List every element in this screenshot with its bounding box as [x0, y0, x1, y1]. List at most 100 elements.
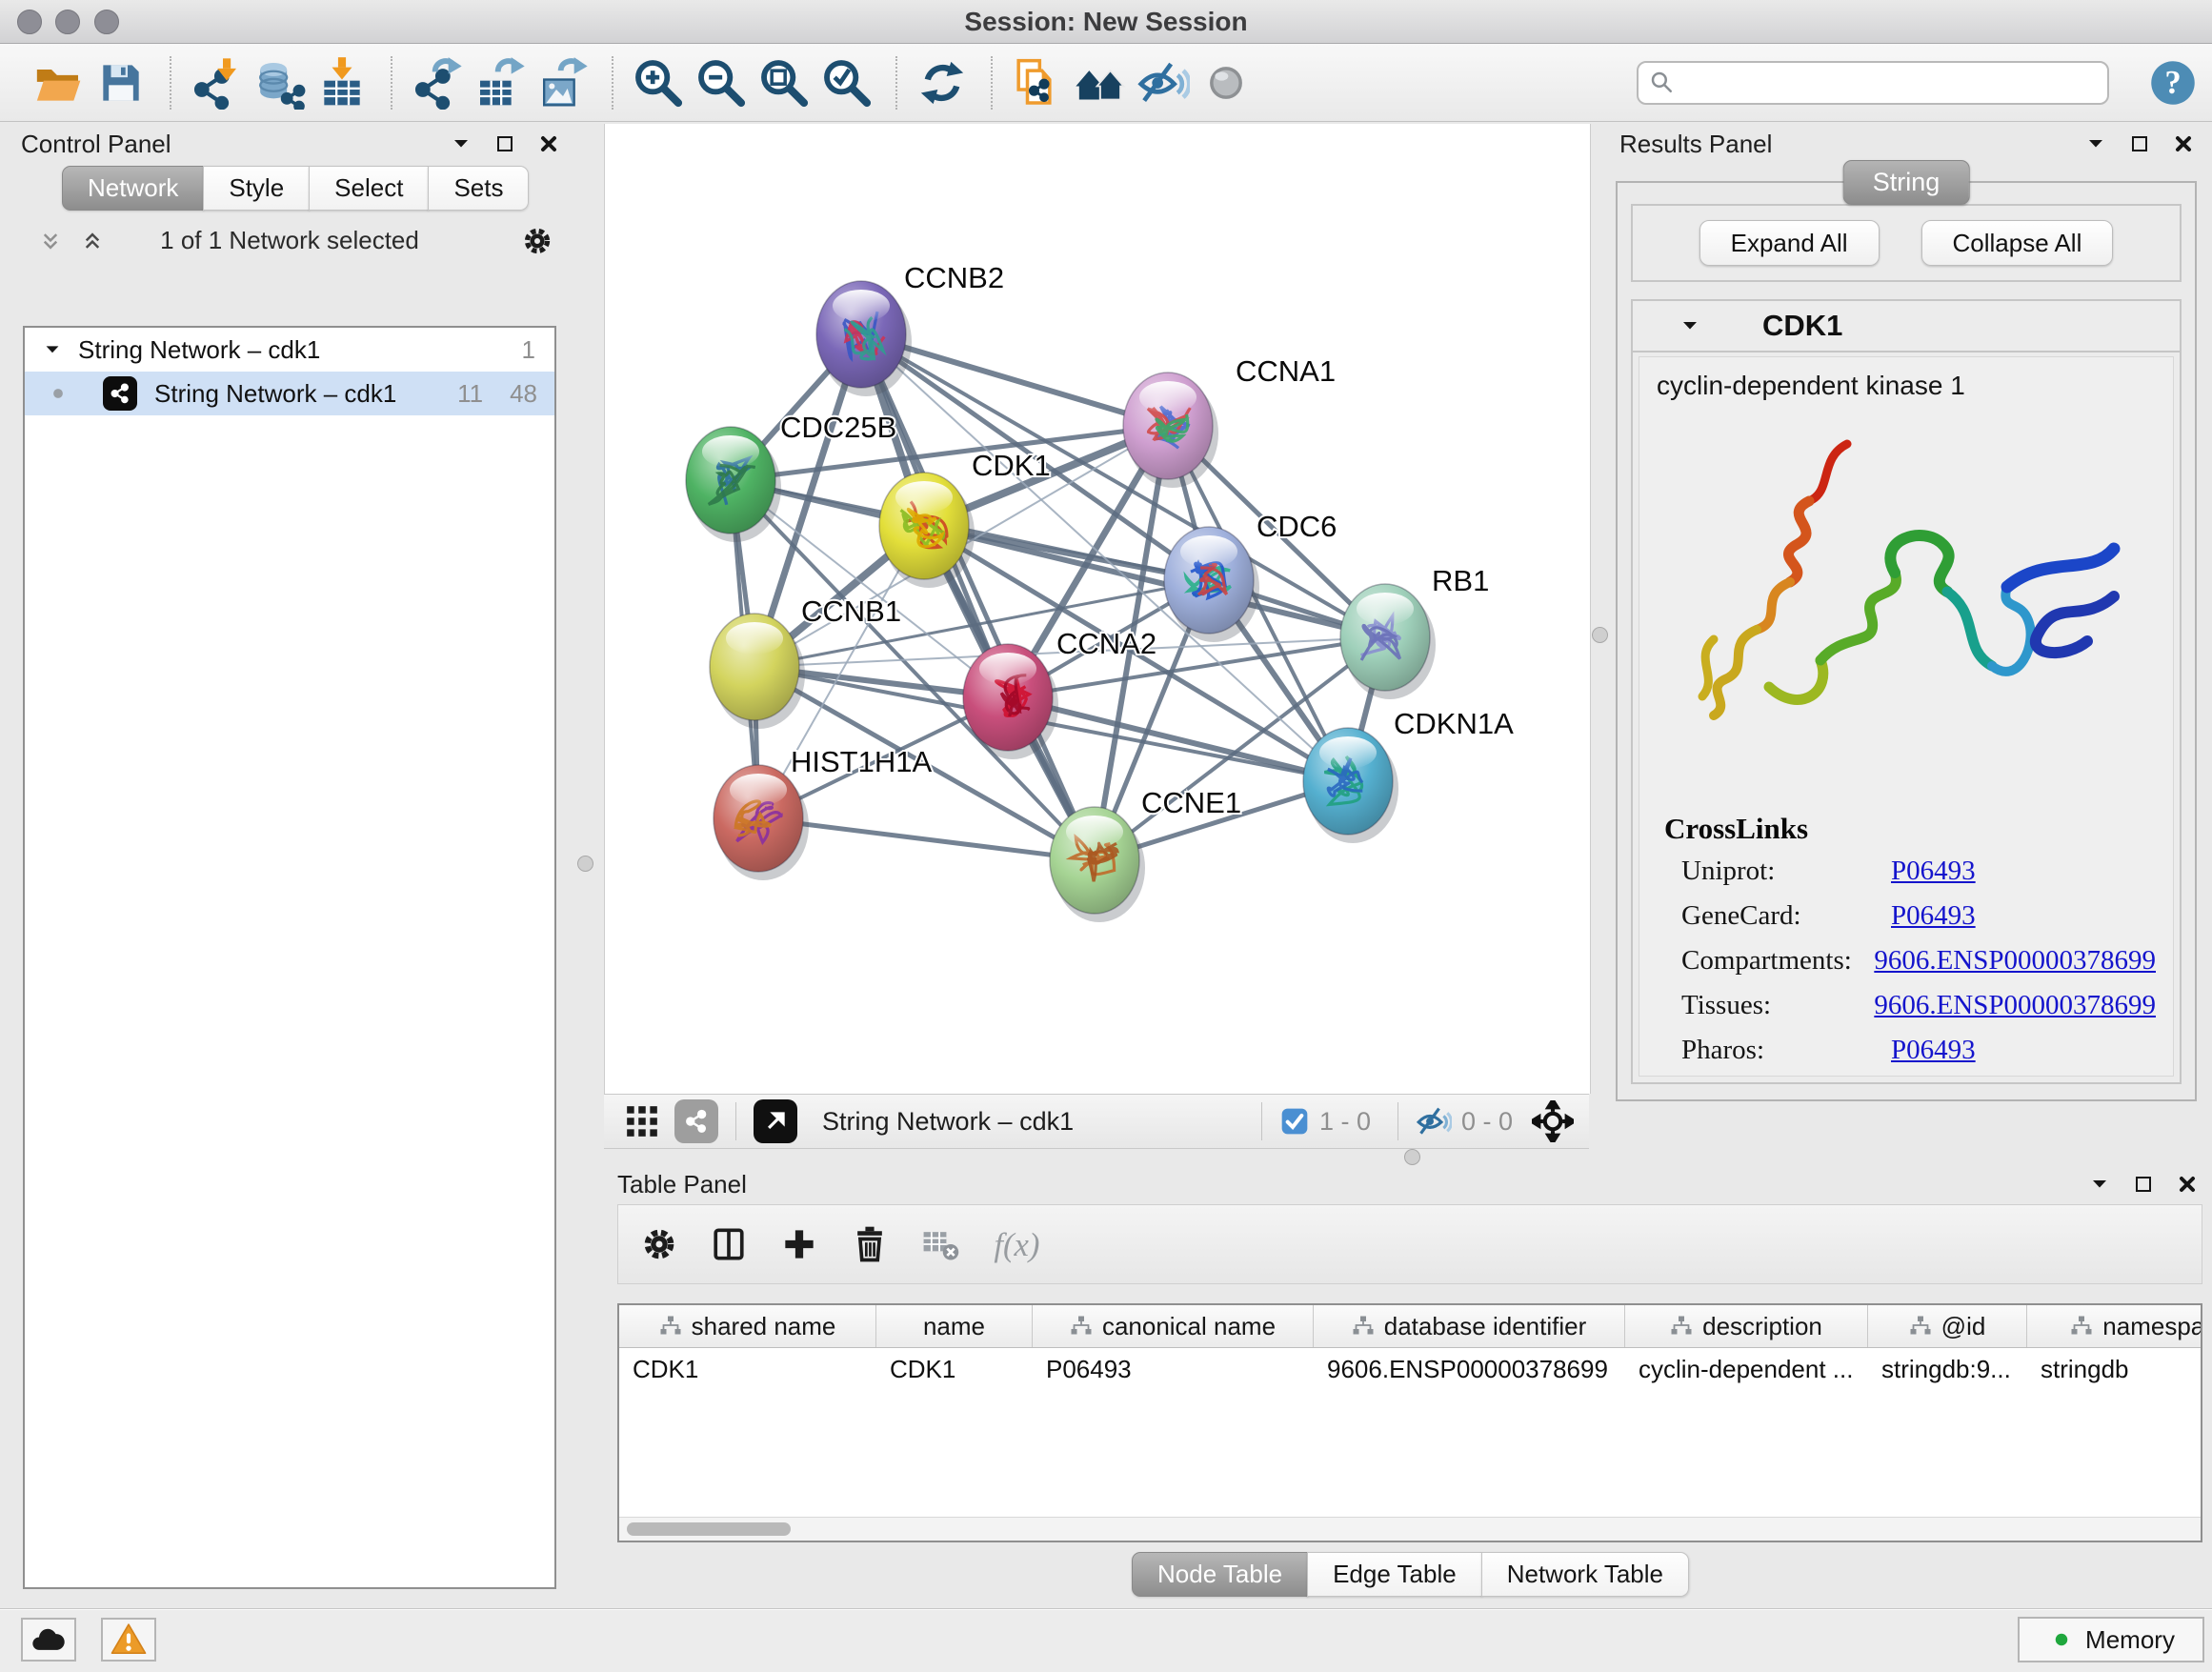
cloud-icon: [30, 1621, 68, 1659]
network-node-CDKN1A[interactable]: CDKN1A: [1303, 707, 1514, 843]
save-session-button[interactable]: [91, 51, 151, 114]
network-node-CDC25B[interactable]: CDC25B: [686, 411, 896, 542]
import-table-button[interactable]: [312, 51, 372, 114]
expand-all-button[interactable]: Expand All: [1699, 220, 1880, 266]
import-network-file-button[interactable]: [187, 51, 246, 114]
network-node-RB1[interactable]: RB1: [1340, 564, 1489, 699]
show-hidden-button[interactable]: [1196, 51, 1256, 114]
hide-selected-button[interactable]: [1134, 51, 1193, 114]
gene-entry-header[interactable]: CDK1: [1633, 301, 2180, 353]
crosslink-label: Compartments:: [1681, 945, 1874, 977]
search-box[interactable]: [1637, 61, 2109, 105]
export-image-button[interactable]: [533, 51, 593, 114]
show-columns-icon[interactable]: [708, 1223, 750, 1265]
network-overview-icon[interactable]: [674, 1099, 718, 1143]
fit-content-crosshair-icon[interactable]: [1532, 1100, 1574, 1142]
delete-column-icon[interactable]: [849, 1223, 891, 1265]
tab-string[interactable]: String: [1843, 160, 1970, 205]
zoom-selected-button[interactable]: [817, 51, 876, 114]
tab-edge-table[interactable]: Edge Table: [1307, 1552, 1482, 1597]
table-row[interactable]: CDK1CDK1P064939606.ENSP00000378699cyclin…: [619, 1348, 2201, 1390]
crosslink-link[interactable]: 9606.ENSP00000378699: [1874, 990, 2156, 1021]
scrollbar-thumb[interactable]: [627, 1522, 791, 1536]
table-panel-tabs: Node TableEdge TableNetwork Table: [1133, 1552, 1689, 1597]
crosshair-icon: [1532, 1100, 1574, 1142]
tab-network-table[interactable]: Network Table: [1481, 1552, 1689, 1597]
selected-checkbox-icon[interactable]: [1279, 1106, 1310, 1137]
node-table[interactable]: shared namenamecanonical namedatabase id…: [617, 1303, 2202, 1542]
tab-node-table[interactable]: Node Table: [1132, 1552, 1308, 1597]
zoom-fit-button[interactable]: [754, 51, 814, 114]
crosslink-link[interactable]: P06493: [1891, 1035, 1976, 1066]
crosslink-row: GeneCard:P06493: [1681, 900, 2156, 932]
column-header-name[interactable]: name: [876, 1305, 1033, 1347]
search-input[interactable]: [1677, 69, 2107, 97]
export-network-button[interactable]: [408, 51, 467, 114]
network-node-CCNA1[interactable]: CCNA1: [1123, 354, 1336, 488]
network-collection-row[interactable]: String Network – cdk1 1: [25, 328, 554, 372]
tab-sets[interactable]: Sets: [428, 166, 529, 211]
first-neighbors-button[interactable]: [1008, 51, 1067, 114]
column-header--id[interactable]: @id: [1868, 1305, 2027, 1347]
right-splitter-handle[interactable]: [1592, 627, 1608, 643]
results-panel-float-icon[interactable]: [2128, 132, 2151, 155]
results-panel-menu-icon[interactable]: [2084, 132, 2107, 155]
network-row-selected[interactable]: String Network – cdk1 11 48: [25, 372, 554, 415]
network-node-CCNB2[interactable]: CCNB2: [816, 261, 1004, 396]
import-network-database-button[interactable]: [250, 51, 309, 114]
crosslink-row: Tissues:9606.ENSP00000378699: [1681, 990, 2156, 1021]
export-network-icon: [411, 56, 464, 110]
zoom-out-button[interactable]: [692, 51, 751, 114]
network-options-gear-icon[interactable]: [520, 224, 554, 263]
table-panel-float-icon[interactable]: [2132, 1173, 2155, 1196]
table-horizontal-scrollbar[interactable]: [619, 1517, 2201, 1541]
help-button[interactable]: ?: [2147, 57, 2199, 109]
collection-expand-icon[interactable]: [42, 339, 63, 360]
show-panels-button[interactable]: [1071, 51, 1130, 114]
network-node-CCNE1[interactable]: CCNE1: [1050, 786, 1241, 922]
network-canvas[interactable]: CCNB2 CCNA1 CDC25B CDK1 CDC6: [604, 124, 1591, 1094]
column-header-description[interactable]: description: [1625, 1305, 1868, 1347]
memory-button[interactable]: Memory: [2018, 1617, 2204, 1662]
houses-icon: [1074, 56, 1127, 110]
table-panel-menu-icon[interactable]: [2088, 1173, 2111, 1196]
table-panel-close-icon[interactable]: [2176, 1173, 2199, 1196]
crosslink-link[interactable]: 9606.ENSP00000378699: [1874, 945, 2156, 977]
network-node-HIST1H1A[interactable]: HIST1H1A: [714, 745, 932, 880]
column-header-shared-name[interactable]: shared name: [619, 1305, 876, 1347]
zoom-in-button[interactable]: [629, 51, 688, 114]
table-settings-gear-icon[interactable]: [639, 1224, 679, 1264]
column-header-namespace[interactable]: namespace: [2027, 1305, 2202, 1347]
open-in-browser-icon[interactable]: [754, 1099, 797, 1143]
crosslinks-title: CrossLinks: [1664, 812, 2156, 846]
table-panel-title: Table Panel: [617, 1170, 747, 1199]
add-column-icon[interactable]: [778, 1223, 820, 1265]
memory-status-dot-icon: [2047, 1625, 2076, 1654]
column-header-database-identifier[interactable]: database identifier: [1314, 1305, 1625, 1347]
tab-style[interactable]: Style: [203, 166, 310, 211]
apply-layout-button[interactable]: [913, 51, 972, 114]
network-graph[interactable]: CCNB2 CCNA1 CDC25B CDK1 CDC6: [605, 124, 1590, 1094]
collapse-all-button[interactable]: Collapse All: [1921, 220, 2114, 266]
tab-network[interactable]: Network: [62, 166, 204, 211]
control-panel-close-icon[interactable]: [537, 132, 560, 155]
gene-collapse-icon[interactable]: [1679, 314, 1701, 337]
control-panel-float-icon[interactable]: [493, 132, 516, 155]
export-table-button[interactable]: [471, 51, 530, 114]
cytoscape-window: Session: New Session ? Control Panel Net…: [0, 0, 2212, 1671]
crosslink-link[interactable]: P06493: [1891, 856, 1976, 887]
crosslink-link[interactable]: P06493: [1891, 900, 1976, 932]
cloud-status-button[interactable]: [21, 1618, 76, 1662]
hidden-eye-icon[interactable]: [1416, 1103, 1452, 1139]
left-splitter-handle[interactable]: [577, 856, 593, 872]
column-header-canonical-name[interactable]: canonical name: [1033, 1305, 1314, 1347]
tab-select[interactable]: Select: [309, 166, 429, 211]
birdseye-grid-icon[interactable]: [623, 1102, 661, 1140]
control-panel-menu-icon[interactable]: [450, 132, 473, 155]
open-session-button[interactable]: [29, 51, 88, 114]
tree-node-icon: [1909, 1315, 1932, 1338]
results-panel-close-icon[interactable]: [2172, 132, 2195, 155]
bottom-splitter-handle[interactable]: [1404, 1149, 1420, 1165]
warnings-button[interactable]: [101, 1618, 156, 1662]
grid9-icon: [623, 1102, 661, 1140]
